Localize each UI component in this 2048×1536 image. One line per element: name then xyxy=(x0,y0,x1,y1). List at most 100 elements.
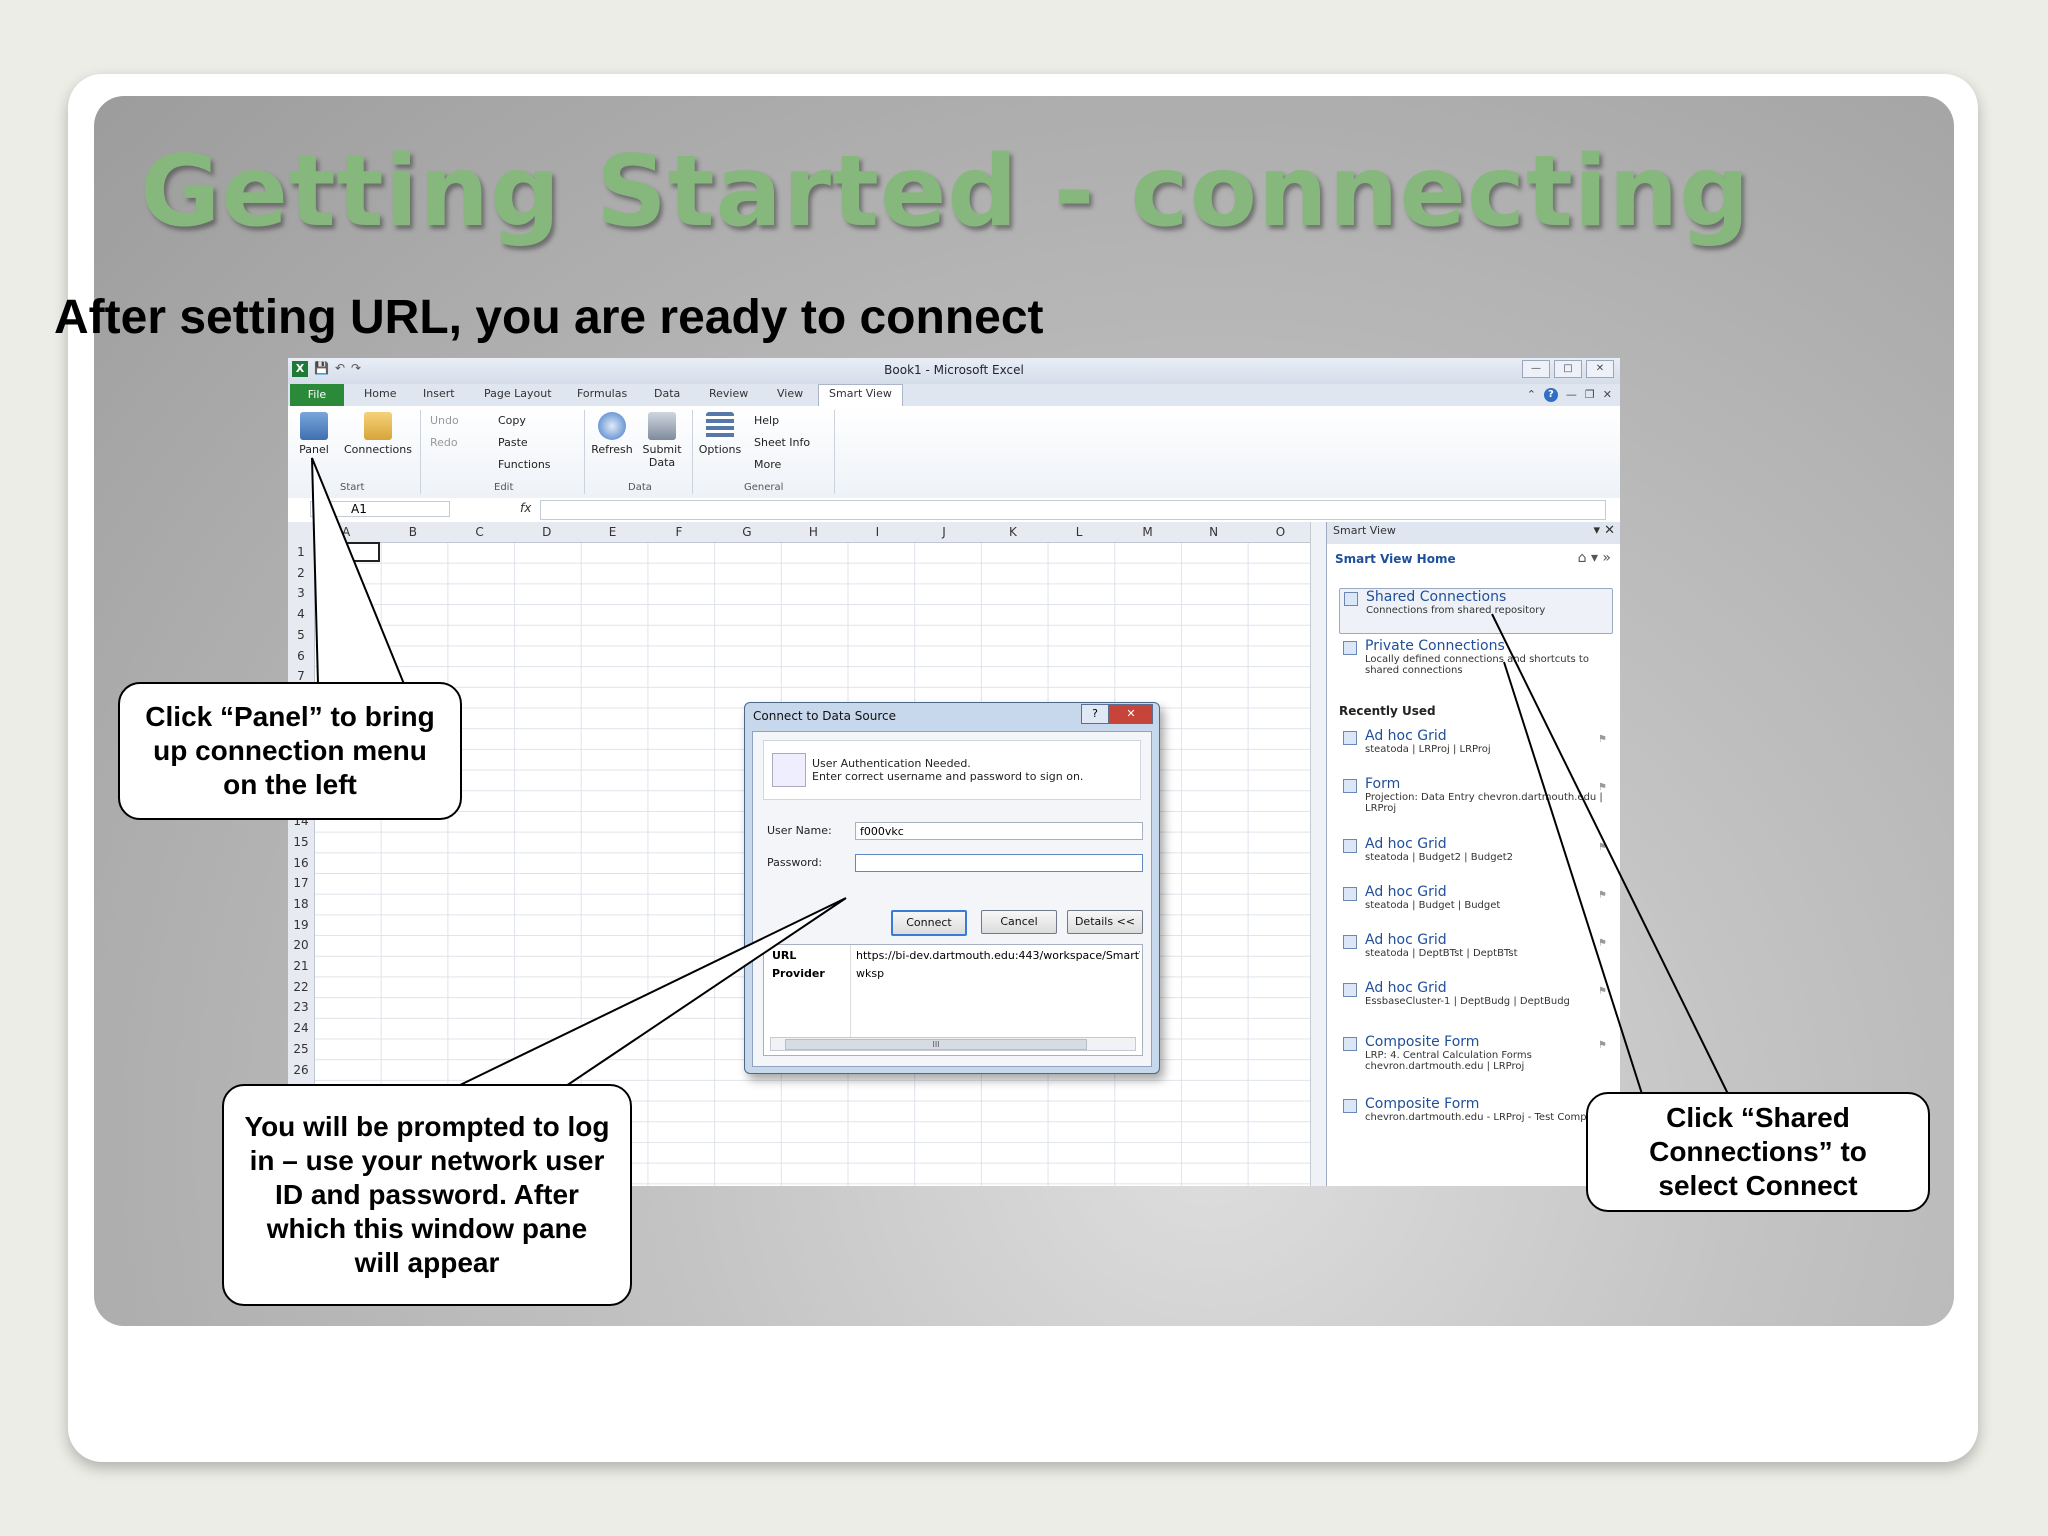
tab-formulas[interactable]: Formulas xyxy=(577,387,627,400)
tab-page-layout[interactable]: Page Layout xyxy=(484,387,552,400)
column-header[interactable]: L xyxy=(1076,525,1083,539)
row-header[interactable]: 23 xyxy=(288,1000,314,1014)
column-header[interactable]: D xyxy=(542,525,551,539)
row-header[interactable]: 25 xyxy=(288,1042,314,1056)
column-header[interactable]: A xyxy=(342,525,350,539)
dialog-help-icon[interactable]: ? xyxy=(1081,704,1109,724)
recent-item[interactable]: Ad hoc Grid steatoda | Budget | Budget ⚑ xyxy=(1339,884,1611,911)
recent-item[interactable]: Composite Form LRP: 4. Central Calculatio… xyxy=(1339,1034,1611,1072)
formula-input[interactable] xyxy=(540,500,1606,520)
row-header[interactable]: 18 xyxy=(288,897,314,911)
details-button[interactable]: Details << xyxy=(1067,910,1143,934)
name-box[interactable]: A1 xyxy=(310,501,450,517)
shared-connections-item[interactable]: Shared Connections Connections from share… xyxy=(1339,588,1613,634)
horizontal-scrollbar[interactable]: III xyxy=(770,1037,1136,1051)
column-header[interactable]: E xyxy=(609,525,617,539)
recent-item[interactable]: Ad hoc Grid steatoda | DeptBTst | DeptBTs… xyxy=(1339,932,1611,959)
undo-button[interactable]: Undo xyxy=(430,414,459,427)
maximize-icon[interactable]: □ xyxy=(1554,360,1582,378)
recent-item[interactable]: Ad hoc Grid steatoda | LRProj | LRProj ⚑ xyxy=(1339,728,1611,755)
column-header[interactable]: K xyxy=(1009,525,1017,539)
row-header[interactable]: 17 xyxy=(288,876,314,890)
tab-view[interactable]: View xyxy=(777,387,803,400)
more-button[interactable]: More xyxy=(754,458,781,471)
pin-icon[interactable]: ⚑ xyxy=(1598,842,1607,853)
row-header[interactable]: 1 xyxy=(288,545,314,559)
refresh-button[interactable]: Refresh xyxy=(588,412,636,456)
cancel-button[interactable]: Cancel xyxy=(981,910,1057,934)
pin-icon[interactable]: ⚑ xyxy=(1598,782,1607,793)
tab-insert[interactable]: Insert xyxy=(423,387,455,400)
sheet-info-button[interactable]: Sheet Info xyxy=(754,436,810,449)
column-header[interactable]: I xyxy=(876,525,880,539)
row-header[interactable]: 15 xyxy=(288,835,314,849)
options-button[interactable]: Options xyxy=(696,412,744,456)
private-connections-item[interactable]: Private Connections Locally defined conne… xyxy=(1339,638,1611,684)
private-connections-icon xyxy=(1343,641,1357,655)
dialog-close-icon[interactable]: ✕ xyxy=(1109,704,1153,724)
column-header[interactable]: F xyxy=(676,525,683,539)
column-header[interactable]: C xyxy=(475,525,483,539)
row-header[interactable]: 21 xyxy=(288,959,314,973)
pin-icon[interactable]: ⚑ xyxy=(1598,890,1607,901)
password-field[interactable] xyxy=(855,854,1143,872)
tab-data[interactable]: Data xyxy=(654,387,680,400)
pin-icon[interactable]: ⚑ xyxy=(1598,986,1607,997)
column-header[interactable]: M xyxy=(1142,525,1152,539)
minimize-workbook-icon[interactable]: — xyxy=(1566,388,1577,402)
functions-button[interactable]: Functions xyxy=(498,458,551,471)
copy-button[interactable]: Copy xyxy=(498,414,526,427)
row-header[interactable]: 3 xyxy=(288,586,314,600)
help-icon[interactable]: ? xyxy=(1543,388,1558,402)
property-value: wksp xyxy=(856,967,885,980)
collapse-ribbon-icon[interactable]: ⌃ xyxy=(1527,388,1536,402)
minimize-icon[interactable]: — xyxy=(1522,360,1550,378)
recent-item[interactable]: Ad hoc Grid steatoda | Budget2 | Budget2 ⚑ xyxy=(1339,836,1611,863)
connect-button[interactable]: Connect xyxy=(891,910,967,936)
recent-item[interactable]: Composite Form chevron.dartmouth.edu - LR… xyxy=(1339,1096,1611,1123)
tab-smart-view[interactable]: Smart View xyxy=(818,384,903,407)
column-header[interactable]: N xyxy=(1209,525,1218,539)
pin-icon[interactable]: ⚑ xyxy=(1598,1040,1607,1051)
panel-button[interactable]: Panel xyxy=(292,412,336,456)
column-header[interactable]: H xyxy=(809,525,818,539)
row-header[interactable]: 6 xyxy=(288,649,314,663)
vertical-scrollbar[interactable] xyxy=(1310,522,1327,1186)
submit-data-button[interactable]: Submit Data xyxy=(638,412,686,469)
close-workbook-icon[interactable]: ✕ xyxy=(1603,388,1612,402)
row-header[interactable]: 16 xyxy=(288,856,314,870)
recent-item[interactable]: Ad hoc Grid EssbaseCluster-1 | DeptBudg |… xyxy=(1339,980,1611,1007)
tab-home[interactable]: Home xyxy=(364,387,396,400)
column-header[interactable]: O xyxy=(1276,525,1285,539)
recent-item[interactable]: Form Projection: Data Entry chevron.dartm… xyxy=(1339,776,1611,814)
pin-icon[interactable]: ⚑ xyxy=(1598,938,1607,949)
active-cell[interactable] xyxy=(314,542,380,562)
tab-review[interactable]: Review xyxy=(709,387,748,400)
row-header[interactable]: 26 xyxy=(288,1063,314,1077)
row-header[interactable]: 2 xyxy=(288,566,314,580)
column-header[interactable]: G xyxy=(742,525,751,539)
row-header[interactable]: 20 xyxy=(288,938,314,952)
row-header[interactable]: 5 xyxy=(288,628,314,642)
row-header[interactable]: 24 xyxy=(288,1021,314,1035)
smart-view-home-link[interactable]: Smart View Home xyxy=(1335,552,1456,566)
scrollbar-thumb[interactable]: III xyxy=(785,1039,1087,1050)
username-field[interactable]: f000vkc xyxy=(855,822,1143,840)
home-icon[interactable]: ⌂ ▾ » xyxy=(1578,550,1611,566)
row-header[interactable]: 22 xyxy=(288,980,314,994)
restore-workbook-icon[interactable]: ❐ xyxy=(1585,388,1595,402)
column-header[interactable]: B xyxy=(409,525,417,539)
close-panel-icon[interactable]: ▾ ✕ xyxy=(1593,523,1615,538)
close-icon[interactable]: ✕ xyxy=(1586,360,1614,378)
pin-icon[interactable]: ⚑ xyxy=(1598,734,1607,745)
help-button[interactable]: Help xyxy=(754,414,779,427)
fx-icon[interactable]: fx xyxy=(520,501,531,515)
tab-file[interactable]: File xyxy=(290,384,344,406)
column-header[interactable]: J xyxy=(942,525,946,539)
connections-button[interactable]: Connections xyxy=(342,412,414,456)
row-header[interactable]: 19 xyxy=(288,918,314,932)
redo-button[interactable]: Redo xyxy=(430,436,458,449)
paste-button[interactable]: Paste xyxy=(498,436,528,449)
callout-shared-connections: Click “Shared Connections” to select Con… xyxy=(1586,1092,1930,1212)
row-header[interactable]: 4 xyxy=(288,607,314,621)
